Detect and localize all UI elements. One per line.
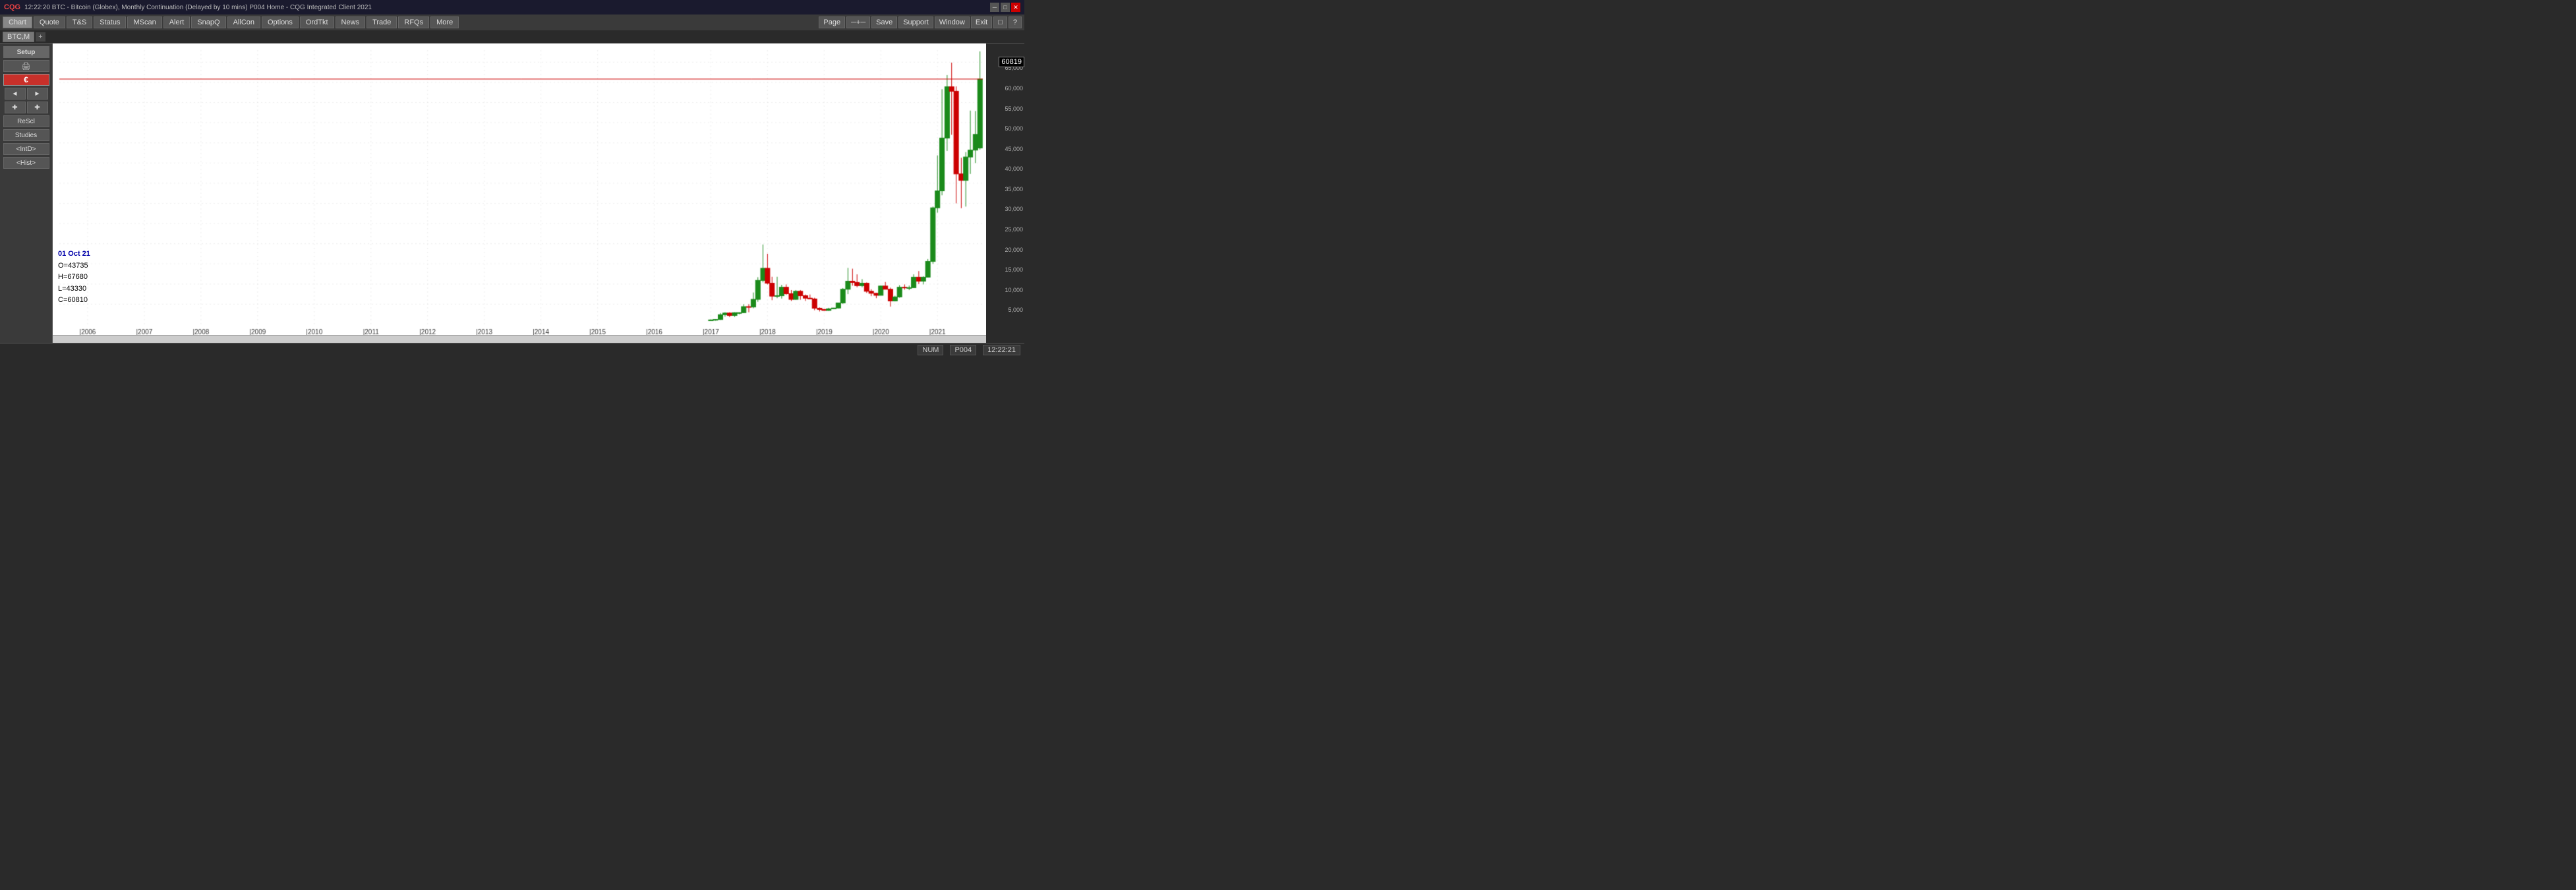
price-label-40000: 40,000 [1005, 165, 1023, 172]
menu-btn-mscan[interactable]: MScan [127, 16, 161, 28]
maximize-button[interactable]: □ [1001, 3, 1010, 12]
ohlc-high: H=67680 [58, 272, 90, 283]
menu-btn-options[interactable]: Options [262, 16, 299, 28]
menu-btn-trade[interactable]: Trade [366, 16, 397, 28]
price-label-10000: 10,000 [1005, 287, 1023, 293]
hist-button[interactable]: <Hist> [3, 157, 49, 169]
price-label-55000: 55,000 [1005, 105, 1023, 112]
euro-icon: € [24, 75, 28, 84]
menu-right-[interactable]: □ [993, 16, 1007, 28]
tab-btcm[interactable]: BTC,M [3, 32, 34, 42]
price-label-20000: 20,000 [1005, 247, 1023, 253]
euro-button[interactable]: € [3, 74, 49, 86]
menu-bar-right: Page─+─SaveSupportWindowExit□? [819, 16, 1022, 28]
menu-right-[interactable]: ? [1009, 16, 1022, 28]
price-label-60000: 60,000 [1005, 85, 1023, 92]
ohlc-open: O=43735 [58, 260, 90, 272]
menu-btn-ts[interactable]: T&S [67, 16, 92, 28]
menu-btn-news[interactable]: News [336, 16, 366, 28]
time-indicator: 12:22:21 [983, 345, 1020, 355]
tab-bar: BTC,M + [0, 30, 1024, 44]
chart-scrollbar[interactable] [53, 335, 986, 343]
price-label-45000: 45,000 [1005, 146, 1023, 152]
menu-right-page[interactable]: Page [819, 16, 845, 28]
menu-btn-allcon[interactable]: AllCon [227, 16, 260, 28]
add-button-1[interactable]: ✚ [5, 102, 26, 113]
main-area: Setup 🖨 € ◄ ► ✚ ✚ ReScl Studies <IntD> <… [0, 44, 1024, 343]
title-text: 12:22:20 BTC - Bitcoin (Globex), Monthly… [24, 4, 372, 11]
price-label-5000: 5,000 [1008, 307, 1023, 313]
add-button-2[interactable]: ✚ [27, 102, 48, 113]
price-label-35000: 35,000 [1005, 186, 1023, 193]
minimize-button[interactable]: ─ [990, 3, 999, 12]
print-button[interactable]: 🖨 [3, 60, 49, 72]
menu-right-window[interactable]: Window [935, 16, 970, 28]
studies-button[interactable]: Studies [3, 129, 49, 141]
menu-bar-left: ChartQuoteT&SStatusMScanAlertSnapQAllCon… [3, 16, 459, 28]
price-label-25000: 25,000 [1005, 226, 1023, 233]
title-bar: CQG 12:22:20 BTC - Bitcoin (Globex), Mon… [0, 0, 1024, 15]
next-button[interactable]: ► [27, 88, 48, 100]
menu-btn-ordtkt[interactable]: OrdTkt [300, 16, 334, 28]
tab-add[interactable]: + [36, 32, 45, 42]
ohlc-low: L=43330 [58, 283, 90, 295]
price-axis: 60819 5,000 10,000 15,000 20,000 25,000 30,00… [986, 44, 1024, 343]
page-indicator: P004 [950, 345, 976, 355]
ohlc-overlay: 01 Oct 21 O=43735 H=67680 L=43330 C=6081… [58, 249, 90, 307]
chart-canvas[interactable] [53, 44, 986, 343]
menu-right-exit[interactable]: Exit [971, 16, 992, 28]
price-label-50000: 50,000 [1005, 125, 1023, 132]
title-bar-controls: ─ □ ✕ [990, 3, 1020, 12]
price-label-15000: 15,000 [1005, 266, 1023, 273]
num-indicator: NUM [918, 345, 943, 355]
intd-button[interactable]: <IntD> [3, 143, 49, 155]
menu-right-save[interactable]: Save [871, 16, 897, 28]
sidebar: Setup 🖨 € ◄ ► ✚ ✚ ReScl Studies <IntD> <… [0, 44, 53, 343]
menu-btn-status[interactable]: Status [94, 16, 126, 28]
status-bar: NUM P004 12:22:21 [0, 343, 1024, 356]
menu-btn-alert[interactable]: Alert [163, 16, 190, 28]
nav-row-2: ✚ ✚ [5, 102, 48, 113]
title-bar-left: CQG 12:22:20 BTC - Bitcoin (Globex), Mon… [4, 3, 372, 11]
menu-btn-chart[interactable]: Chart [3, 16, 32, 28]
menu-right-support[interactable]: Support [898, 16, 933, 28]
current-price-badge: 60819 [999, 57, 1024, 67]
prev-button[interactable]: ◄ [5, 88, 26, 100]
printer-icon: 🖨 [22, 62, 31, 71]
close-button[interactable]: ✕ [1011, 3, 1020, 12]
setup-button[interactable]: Setup [3, 46, 49, 58]
nav-row-1: ◄ ► [5, 88, 48, 100]
rescl-button[interactable]: ReScl [3, 115, 49, 127]
ohlc-close: C=60810 [58, 295, 90, 307]
menu-right-[interactable]: ─+─ [846, 16, 870, 28]
chart-wrapper: 01 Oct 21 O=43735 H=67680 L=43330 C=6081… [53, 44, 986, 343]
menu-btn-rfqs[interactable]: RFQs [398, 16, 429, 28]
price-label-30000: 30,000 [1005, 206, 1023, 212]
app-logo: CQG [4, 3, 20, 11]
menu-btn-snapq[interactable]: SnapQ [191, 16, 225, 28]
menu-btn-quote[interactable]: Quote [34, 16, 65, 28]
ohlc-date: 01 Oct 21 [58, 249, 90, 260]
menu-bar: ChartQuoteT&SStatusMScanAlertSnapQAllCon… [0, 15, 1024, 30]
menu-btn-more[interactable]: More [430, 16, 459, 28]
